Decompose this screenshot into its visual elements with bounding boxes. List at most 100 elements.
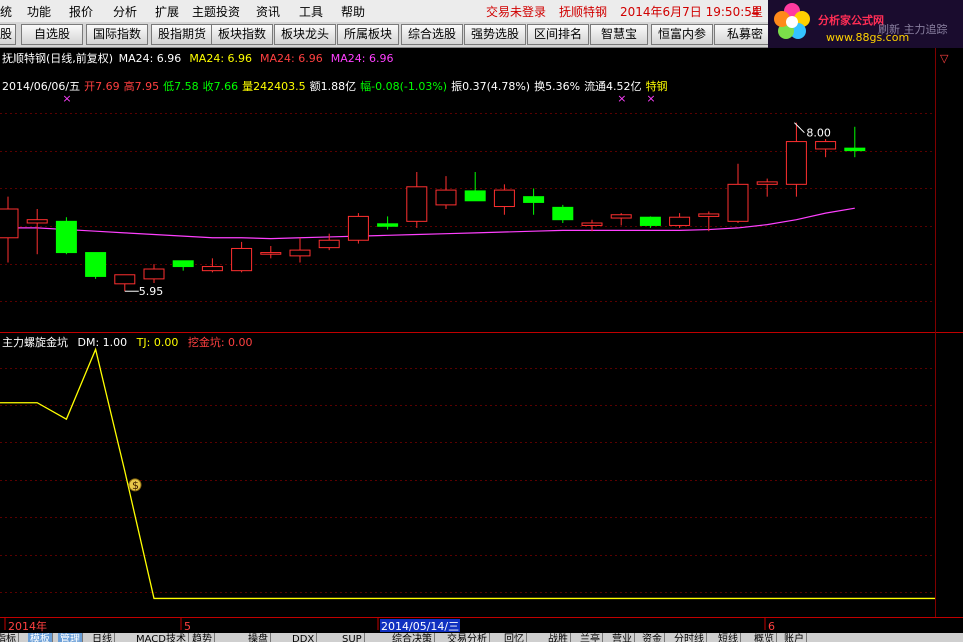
menu-item-4[interactable]: 扩展 xyxy=(155,3,179,20)
tj-value: TJ: 0.00 xyxy=(136,336,179,349)
corner-mark: ▽ xyxy=(940,52,949,65)
x-axis-label: 2014/05/14/三 xyxy=(381,620,459,633)
candle-body xyxy=(114,274,136,285)
candle-body xyxy=(435,189,457,206)
bottom-tab-0[interactable]: 指标 xyxy=(0,633,19,642)
candle-body xyxy=(289,249,311,257)
bottom-tab-1[interactable]: 模板 xyxy=(28,633,53,642)
status-trade-status: 交易未登录 xyxy=(486,5,547,19)
toolbar-button-3[interactable]: 股指期货 xyxy=(151,24,213,45)
candle-body xyxy=(377,223,399,227)
menu-item-6[interactable]: 资讯 xyxy=(256,3,280,20)
toolbar-button-10[interactable]: 智慧宝 xyxy=(590,24,648,45)
menu-item-3[interactable]: 分析 xyxy=(113,3,137,20)
logo-overlay-text: 刷新 主力追踪 xyxy=(878,22,948,36)
ma-legend-3: MA24: 6.96 xyxy=(331,52,394,65)
candle-body xyxy=(815,141,837,150)
quote-info-row: 2014/06/06/五 开7.69 高7.95 低7.58 收7.66 量242403.… xyxy=(2,79,668,93)
wjk-value: 挖金坑: 0.00 xyxy=(188,335,253,349)
info-item-7: 幅-0.08(-1.03%) xyxy=(360,80,447,93)
candle-body xyxy=(669,216,691,226)
info-item-1: 开7.69 xyxy=(84,80,120,93)
toolbar-button-7[interactable]: 综合选股 xyxy=(401,24,463,45)
menu-item-8[interactable]: 帮助 xyxy=(341,3,365,20)
x-axis-label: 6 xyxy=(768,620,775,633)
toolbar-button-12[interactable]: 私募密 xyxy=(714,24,776,45)
toolbar-button-0[interactable]: 股 xyxy=(0,24,16,45)
sub-panel-header: 主力螺旋金坑 DM: 1.00 TJ: 0.00 挖金坑: 0.00 xyxy=(2,335,253,349)
bottom-tab-18[interactable]: 概览 xyxy=(752,633,777,642)
status-datetime: 2014年6月7日 19:50:54 xyxy=(620,5,760,19)
bottom-tab-13[interactable]: 兰亭 xyxy=(578,633,603,642)
flag-marker: × xyxy=(617,92,626,105)
bottom-tab-10[interactable]: 交易分析 xyxy=(445,633,490,642)
bottom-tab-6[interactable]: 操盘 xyxy=(246,633,271,642)
low-label: 5.95 xyxy=(139,285,164,298)
candle-body xyxy=(85,252,107,277)
bottom-tab-9[interactable]: 综合决策 xyxy=(390,633,435,642)
toolbar-button-2[interactable]: 国际指数 xyxy=(86,24,148,45)
bottom-tab-11[interactable]: 回忆 xyxy=(502,633,527,642)
bottom-tab-12[interactable]: 战胜 xyxy=(546,633,571,642)
candle-body xyxy=(844,147,866,152)
candle-body xyxy=(406,186,428,222)
candle-body xyxy=(523,196,545,203)
bottom-tab-8[interactable]: SUP xyxy=(340,633,365,642)
info-item-11: 特钢 xyxy=(646,79,668,93)
bottom-tab-4[interactable]: MACD技术 xyxy=(134,633,189,642)
candle-body xyxy=(172,260,194,268)
candle-body xyxy=(698,213,720,217)
bottom-tab-2[interactable]: 管理 xyxy=(58,633,83,642)
flower-icon xyxy=(774,3,810,39)
info-item-8: 振0.37(4.78%) xyxy=(451,79,530,93)
x-axis-label: 5 xyxy=(184,620,191,633)
chart-area[interactable]: 抚顺特钢(日线,前复权) MA24: 6.96 MA24: 6.96 MA24: 6… xyxy=(0,48,963,633)
candle-body xyxy=(727,183,749,222)
toolbar-button-4[interactable]: 板块指数 xyxy=(211,24,273,45)
candle-body xyxy=(464,190,486,202)
menu-item-5[interactable]: 主题投资 xyxy=(192,3,240,20)
toolbar-button-9[interactable]: 区间排名 xyxy=(527,24,589,45)
bottom-tab-3[interactable]: 日线 xyxy=(90,633,115,642)
candle-body xyxy=(143,268,165,280)
ma-legend-0: MA24: 6.96 xyxy=(119,52,182,65)
candle-body xyxy=(0,208,19,239)
toolbar-button-6[interactable]: 所属板块 xyxy=(337,24,399,45)
bottom-tab-16[interactable]: 分时线 xyxy=(672,633,707,642)
bottom-tab-19[interactable]: 账户 xyxy=(782,633,807,642)
status-stock-name: 抚顺特钢 xyxy=(559,5,608,19)
bottom-tab-14[interactable]: 营业 xyxy=(610,633,635,642)
menu-item-1[interactable]: 功能 xyxy=(27,3,51,20)
menu-item-2[interactable]: 报价 xyxy=(69,3,93,20)
dm-value: DM: 1.00 xyxy=(78,336,128,349)
bottom-tab-15[interactable]: 资金 xyxy=(640,633,665,642)
candle-body xyxy=(610,214,632,219)
sub-panel-title: 主力螺旋金坑 xyxy=(2,335,68,349)
main-title: 抚顺特钢(日线,前复权) xyxy=(2,51,113,65)
money-bag-symbol: $ xyxy=(132,479,139,492)
logo-title: 分析家公式网 xyxy=(818,13,884,27)
bottom-tab-5[interactable]: 趋势 xyxy=(190,633,215,642)
candle-body xyxy=(639,216,661,226)
toolbar-button-1[interactable]: 自选股 xyxy=(21,24,83,45)
candle-body xyxy=(581,222,603,226)
menu-item-0[interactable]: 统 xyxy=(0,3,12,20)
info-item-4: 收7.66 xyxy=(203,79,239,93)
bottom-tab-7[interactable]: DDX xyxy=(290,633,318,642)
status-trailing-char: 星 xyxy=(751,5,764,19)
menu-item-7[interactable]: 工具 xyxy=(299,3,323,20)
bottom-tab-bar: 指标 模板 管理 日线 MACD技术 趋势 操盘 DDX SUP 综合决策 交易分析 回忆 战胜 兰亭 营业… xyxy=(0,633,963,642)
candle-body xyxy=(318,239,340,249)
candle-body xyxy=(26,219,48,224)
toolbar-button-11[interactable]: 恒富内参 xyxy=(651,24,713,45)
toolbar-button-5[interactable]: 板块龙头 xyxy=(274,24,336,45)
candle-body xyxy=(201,266,223,272)
flag-marker: × xyxy=(646,92,655,105)
candle-body xyxy=(493,189,515,208)
candle-body xyxy=(785,141,807,185)
info-item-10: 流通4.52亿 xyxy=(584,79,642,93)
bottom-tab-17[interactable]: 短线 xyxy=(716,633,741,642)
candle-body xyxy=(552,206,574,221)
main-title-row: 抚顺特钢(日线,前复权) MA24: 6.96 MA24: 6.96 MA24: 6… xyxy=(2,51,393,65)
toolbar-button-8[interactable]: 强势选股 xyxy=(464,24,526,45)
